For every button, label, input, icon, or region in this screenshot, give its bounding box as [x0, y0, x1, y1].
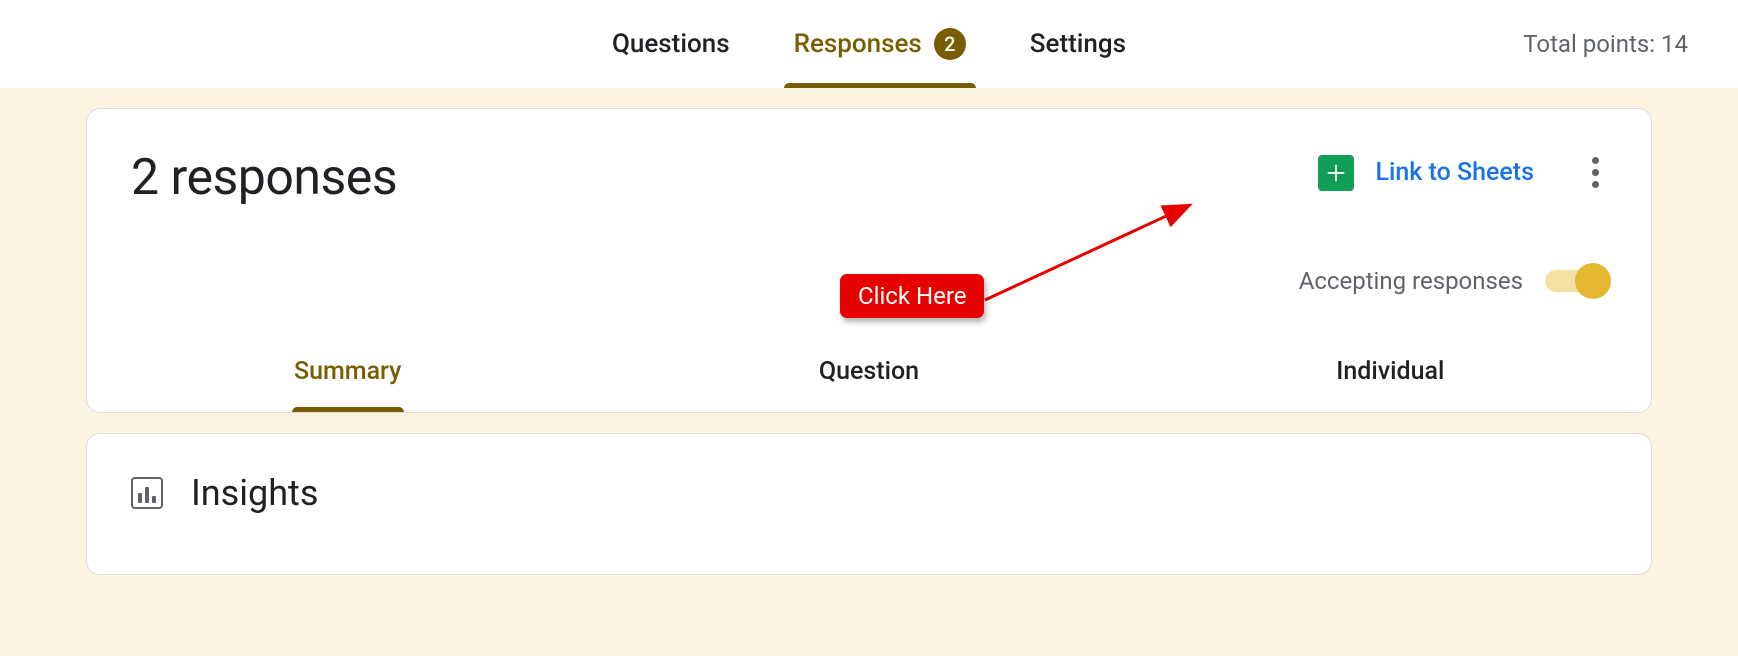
sheets-icon[interactable]	[1318, 155, 1354, 191]
tab-label: Questions	[612, 29, 730, 59]
accepting-row: Accepting responses	[87, 207, 1651, 295]
top-nav: Questions Responses 2 Settings Total poi…	[0, 0, 1738, 88]
subtab-label: Summary	[294, 357, 401, 386]
accepting-responses-toggle[interactable]	[1545, 270, 1607, 292]
tab-label: Responses	[794, 29, 922, 59]
toggle-knob	[1575, 263, 1611, 299]
subtab-individual[interactable]: Individual	[1130, 335, 1651, 412]
insights-card: Insights	[86, 433, 1652, 575]
link-to-sheets-button[interactable]: Link to Sheets	[1376, 158, 1534, 187]
tab-responses[interactable]: Responses 2	[786, 0, 974, 88]
total-points: Total points: 14	[1523, 30, 1688, 58]
tab-questions[interactable]: Questions	[604, 1, 738, 87]
responses-card: 2 responses Link to Sheets Accepting res…	[86, 108, 1652, 413]
responses-header: 2 responses Link to Sheets	[87, 109, 1651, 207]
bar-chart-icon	[131, 477, 163, 509]
subtab-label: Question	[819, 357, 919, 386]
insights-title: Insights	[191, 472, 318, 514]
tab-label: Settings	[1030, 29, 1126, 59]
subtab-label: Individual	[1336, 357, 1444, 386]
more-options-button[interactable]	[1584, 149, 1607, 196]
insights-header: Insights	[131, 472, 1607, 514]
responses-subtabs: Summary Question Individual	[87, 335, 1651, 412]
responses-count-badge: 2	[934, 28, 966, 60]
subtab-question[interactable]: Question	[608, 335, 1129, 412]
responses-title: 2 responses	[131, 149, 397, 207]
subtab-summary[interactable]: Summary	[87, 335, 608, 412]
body-area: 2 responses Link to Sheets Accepting res…	[0, 88, 1738, 656]
responses-actions: Link to Sheets	[1318, 149, 1607, 196]
nav-tabs: Questions Responses 2 Settings	[604, 0, 1134, 88]
tab-settings[interactable]: Settings	[1022, 1, 1134, 87]
accepting-responses-label: Accepting responses	[1299, 267, 1523, 295]
